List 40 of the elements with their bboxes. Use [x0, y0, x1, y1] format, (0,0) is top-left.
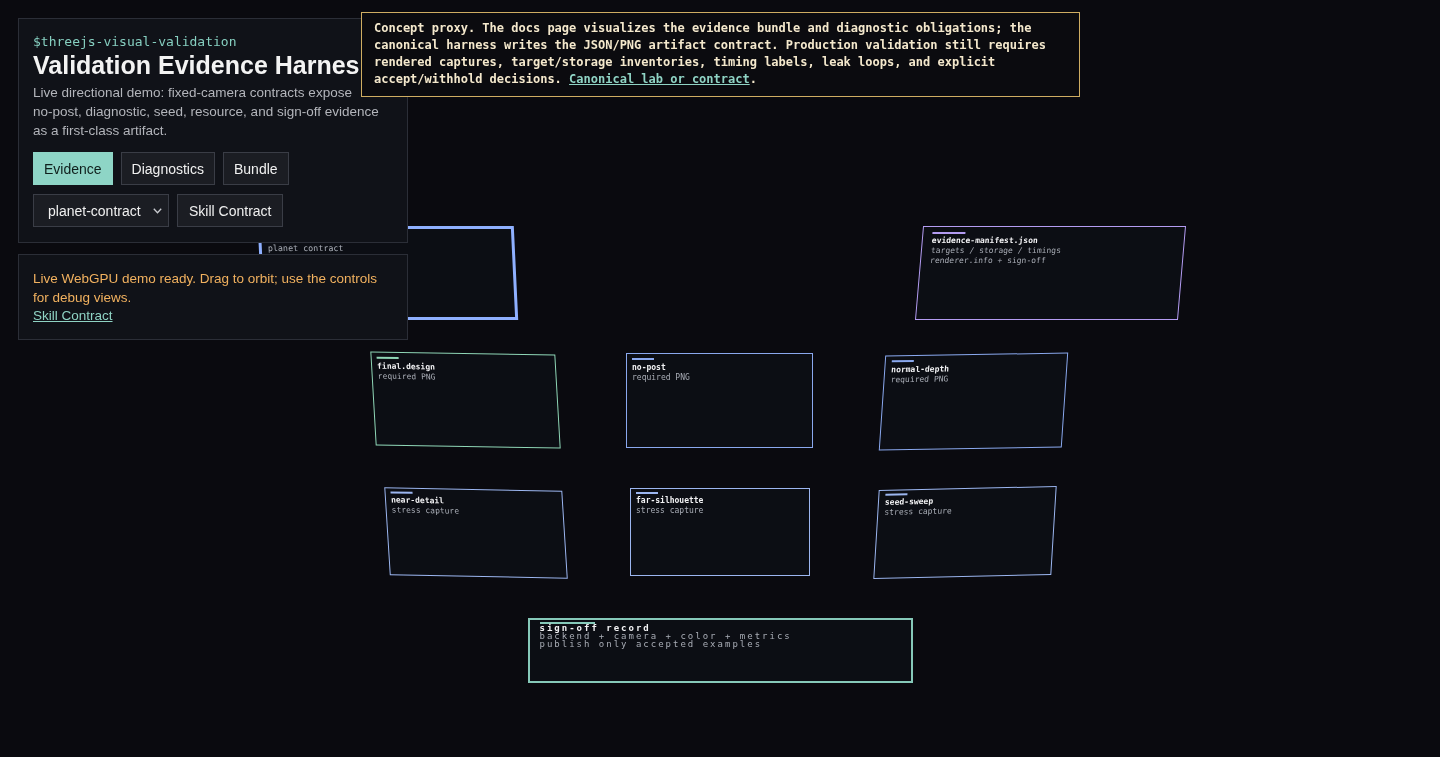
card-detail-text: publish only accepted examples: [539, 640, 763, 648]
card-title: final.design: [376, 361, 436, 373]
card-title: seed-sweep: [884, 496, 933, 508]
skill-contract-button[interactable]: Skill Contract: [177, 194, 284, 227]
card-detail-text: required PNG: [632, 372, 690, 383]
card-title: sign-off record: [539, 624, 651, 632]
command-label: $threejs-visual-validation: [33, 33, 237, 51]
panel-title: Validation Evidence Harnes: [33, 51, 360, 79]
card-detail-text: required PNG: [890, 373, 949, 385]
description-text: Live directional demo: fixed-camera contracts expose no-post, diagnostic, seed, resource, and sign-off evidence as a first-class artifact.: [33, 85, 379, 140]
card-title: normal-depth: [890, 363, 950, 374]
accent-bar-icon: [539, 622, 595, 624]
card-title: far-silhouette: [636, 495, 704, 506]
notice-text: Concept proxy. The docs page visualizes the evidence bundle and diagnostic obligations; the canonical harness writes the JSON/PNG artifact contract. Production validation still requires rendered captures, target/storage inventories, timing labels, leak loops, and explicit accept/withhold decisions. Canonical lab or contract.: [374, 20, 1047, 88]
skill-contract-link[interactable]: Skill Contract: [33, 307, 113, 325]
chevron-down-icon: [153, 207, 162, 214]
card-detail-text: backend + camera + color + metrics: [539, 632, 792, 640]
card-detail-text: stress capture: [883, 505, 952, 518]
accent-bar-icon: [932, 231, 966, 234]
card-detail-text: planet contract: [267, 244, 344, 253]
card-detail-text: stress capture: [636, 505, 704, 516]
card-title: no-post: [632, 362, 666, 373]
card-title: near-detail: [390, 494, 444, 506]
view-toggle-button[interactable]: Evidence: [33, 152, 113, 185]
view-toggle-button[interactable]: Diagnostics: [120, 152, 215, 185]
card-detail-text: targets / storage / timings: [930, 245, 1062, 256]
accent-bar-icon: [389, 490, 413, 493]
contract-select[interactable]: planet-contract: [33, 194, 169, 227]
card-detail-text: renderer.info + sign-off: [929, 255, 1047, 266]
status-message: Live WebGPU demo ready. Drag to orbit; use the controls for debug views.: [33, 270, 378, 307]
accent-bar-icon: [891, 359, 914, 362]
canonical-link[interactable]: Canonical lab or contract: [569, 72, 750, 86]
view-toggle-button[interactable]: Bundle: [222, 152, 289, 185]
accent-bar-icon: [884, 492, 907, 496]
card-detail-text: required PNG: [377, 371, 436, 383]
accent-bar-icon: [636, 491, 658, 494]
card-detail-text: stress capture: [390, 504, 459, 516]
accent-bar-icon: [376, 356, 399, 359]
card-title: evidence-manifest.json: [931, 235, 1039, 246]
accent-bar-icon: [632, 357, 654, 360]
